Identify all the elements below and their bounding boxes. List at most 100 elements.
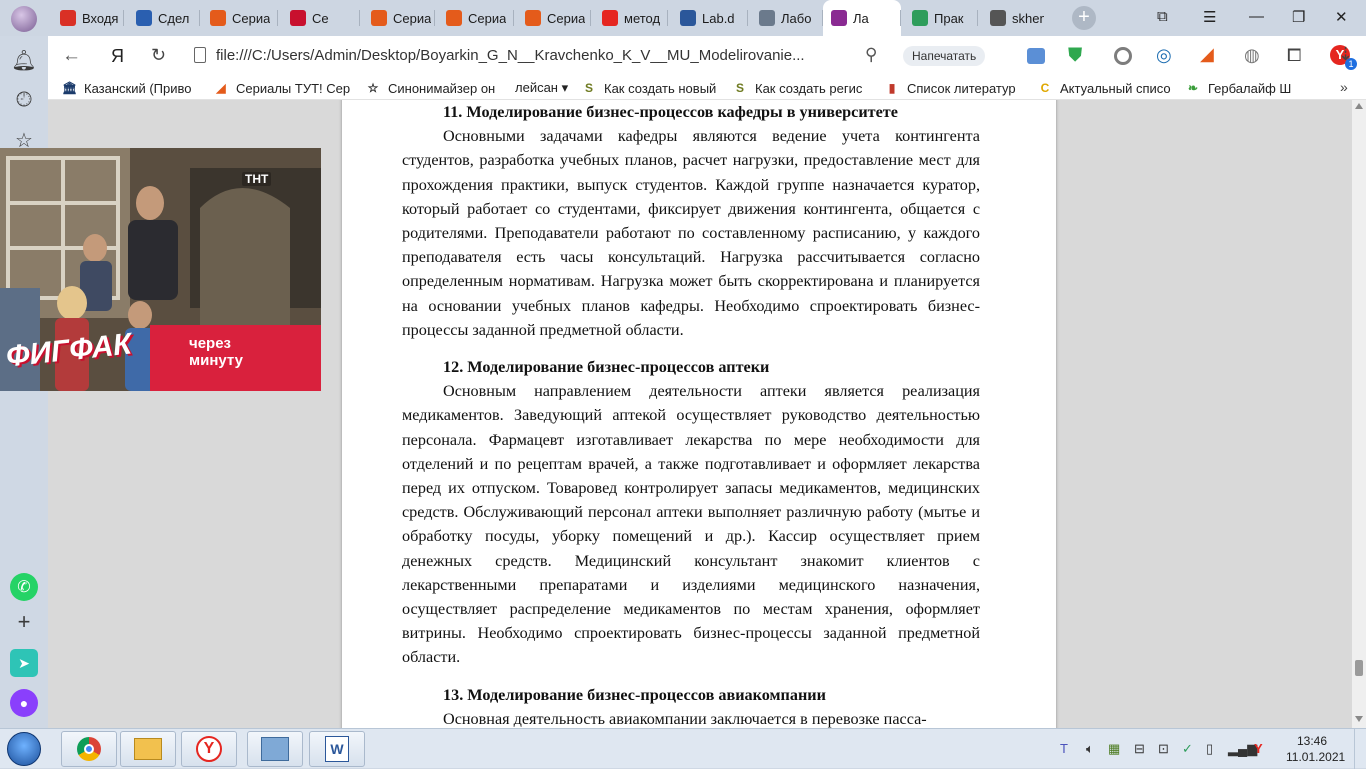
address-toolbar: ← Я ↻ file:///C:/Users/Admin/Desktop/Boy…: [48, 36, 1366, 76]
bookmark-item[interactable]: ◢ Сериалы ТУТ! Сер: [214, 79, 354, 97]
notifications-bell-icon[interactable]: 🔔︎: [10, 46, 38, 74]
extension-tor-icon[interactable]: ◎: [1156, 45, 1172, 66]
clock-date[interactable]: 11.01.2021: [1286, 750, 1345, 764]
tab-11[interactable]: Ла: [823, 0, 901, 36]
taskbar-yandex-browser-icon[interactable]: Y: [181, 731, 237, 767]
extension-globe-icon[interactable]: ◍: [1244, 45, 1260, 66]
back-arrow-icon[interactable]: ←: [62, 45, 81, 67]
profile-avatar[interactable]: [11, 6, 37, 32]
extension-fox-icon[interactable]: ◢: [1200, 44, 1214, 65]
notification-badge: 1: [1345, 58, 1357, 70]
tab-separator: [667, 10, 668, 26]
check-icon: [912, 10, 928, 26]
scroll-down-arrow-icon[interactable]: [1355, 716, 1363, 722]
volume-tray-icon[interactable]: 🔈︎: [1086, 741, 1094, 757]
taskbar-chrome-icon[interactable]: [61, 731, 117, 767]
tab-10[interactable]: Лабо: [751, 0, 819, 36]
tab-9[interactable]: Lab.d: [672, 0, 744, 36]
tab-7[interactable]: Сериа: [517, 0, 587, 36]
tray-app-icon[interactable]: ▦: [1108, 741, 1120, 757]
vertical-scrollbar[interactable]: [1352, 100, 1366, 728]
section-body: Основная деятельность авиакомпании заклю…: [443, 710, 927, 728]
tab-title: Ла: [853, 10, 869, 26]
collections-icon[interactable]: ⧉: [1157, 8, 1168, 25]
bookmark-item[interactable]: лейсан ▾: [515, 79, 571, 97]
promo-line: минуту: [189, 352, 243, 369]
leaf-icon: ❧: [1187, 81, 1199, 95]
bookmark-item[interactable]: S Как создать новый: [582, 79, 722, 97]
video-popup[interactable]: ТНТ ФИГФАК через минуту: [0, 148, 321, 391]
pdf-page: 11. Моделирование бизнес-процессов кафед…: [342, 100, 1056, 728]
tab-8[interactable]: метод: [594, 0, 664, 36]
tab-13[interactable]: skhem: [982, 0, 1044, 36]
s-logo-icon: S: [735, 81, 744, 95]
tab-title: Се: [312, 10, 329, 26]
tab-separator: [590, 10, 591, 26]
tray-network-icon[interactable]: ⊟: [1134, 741, 1145, 757]
bookmark-item[interactable]: ❧ Гербалайф Ш: [1186, 79, 1296, 97]
tray-update-icon[interactable]: ⊡: [1158, 741, 1169, 757]
new-tab-button[interactable]: +: [1072, 6, 1096, 30]
signal-tray-icon[interactable]: ▂▄▆: [1228, 741, 1257, 757]
start-button[interactable]: [7, 732, 41, 766]
book-icon: ▮: [888, 81, 896, 95]
bookmark-label: Актуальный списо: [1060, 80, 1171, 96]
bookmarks-overflow-icon[interactable]: »: [1340, 79, 1348, 95]
clock-time[interactable]: 13:46: [1297, 734, 1327, 748]
teams-tray-icon[interactable]: T: [1060, 741, 1068, 756]
bookmark-label: Как создать регис: [755, 80, 863, 96]
bookmark-label: лейсан ▾: [515, 80, 569, 95]
bookmark-item[interactable]: S Как создать регис: [733, 79, 873, 97]
bookmark-item[interactable]: 🏛 Казанский (Приво: [62, 79, 202, 97]
tab-separator: [277, 10, 278, 26]
tab-4[interactable]: Се: [282, 0, 356, 36]
tray-security-icon[interactable]: ✓: [1182, 741, 1193, 757]
bookmark-label: Список литератур: [907, 80, 1016, 96]
bookmark-item[interactable]: ▮ Список литератур: [885, 79, 1025, 97]
tab-5[interactable]: Сериа: [363, 0, 431, 36]
reload-icon[interactable]: ↻: [151, 45, 166, 66]
messenger-icon[interactable]: ➤: [10, 649, 38, 677]
taskbar-explorer-icon[interactable]: [120, 731, 176, 767]
search-icon[interactable]: ⚲: [865, 45, 877, 65]
alice-icon[interactable]: ●: [10, 689, 38, 717]
taskbar-control-panel-icon[interactable]: [247, 731, 303, 767]
bookmark-item[interactable]: ☆ Синонимайзер он: [366, 79, 506, 97]
tab-bar: Входя Сдел Сериа Се Сериа Сериа Сериа метод Lab.…: [0, 0, 1366, 36]
file-icon: [990, 10, 1006, 26]
add-panel-icon[interactable]: +: [10, 608, 38, 636]
whatsapp-icon[interactable]: ✆: [10, 573, 38, 601]
yandex-logo-icon[interactable]: Я: [111, 46, 124, 67]
bookmark-item[interactable]: C Актуальный списо: [1038, 79, 1176, 97]
show-desktop-button[interactable]: [1354, 729, 1366, 769]
print-button[interactable]: Напечатать: [903, 46, 986, 66]
tab-3[interactable]: Сериа: [202, 0, 274, 36]
star-icon: ☆: [367, 81, 379, 95]
bookmarks-bar: 🏛 Казанский (Приво ◢ Сериалы ТУТ! Сер ☆ Синон…: [48, 76, 1366, 100]
bookmark-label: Как создать новый: [604, 80, 717, 96]
adblock-shield-icon[interactable]: ⛊: [1068, 45, 1082, 67]
fox-icon: ◢: [216, 81, 226, 95]
section-11: 11. Моделирование бизнес-процессов кафед…: [402, 100, 980, 342]
scroll-up-arrow-icon[interactable]: [1355, 103, 1363, 109]
tab-1[interactable]: Входя: [52, 0, 120, 36]
history-clock-icon[interactable]: 🕘︎: [10, 86, 38, 114]
tab-2[interactable]: Сдел: [128, 0, 196, 36]
yandex-tray-icon[interactable]: Y: [1254, 741, 1263, 756]
extension-search-icon[interactable]: [1114, 47, 1132, 65]
section-body: Основными задачами кафедры являются веде…: [402, 127, 980, 339]
tab-12[interactable]: Прак: [904, 0, 974, 36]
taskbar-word-icon[interactable]: W: [309, 731, 365, 767]
menu-icon[interactable]: ☰: [1203, 8, 1216, 26]
tab-title: Сериа: [547, 10, 586, 26]
tray-device-icon[interactable]: ▯: [1206, 741, 1213, 757]
extension-puzzle-icon[interactable]: ⧠: [1287, 45, 1301, 66]
scrollbar-thumb[interactable]: [1355, 660, 1363, 676]
extension-translate-icon[interactable]: [1027, 48, 1045, 64]
tab-6[interactable]: Сериа: [438, 0, 510, 36]
minimize-button[interactable]: —: [1249, 8, 1264, 25]
close-button[interactable]: ✕: [1335, 8, 1348, 26]
address-field[interactable]: file:///C:/Users/Admin/Desktop/Boyarkin_…: [216, 47, 805, 64]
restore-button[interactable]: ❐: [1292, 8, 1305, 26]
tab-title: Сериа: [393, 10, 431, 26]
